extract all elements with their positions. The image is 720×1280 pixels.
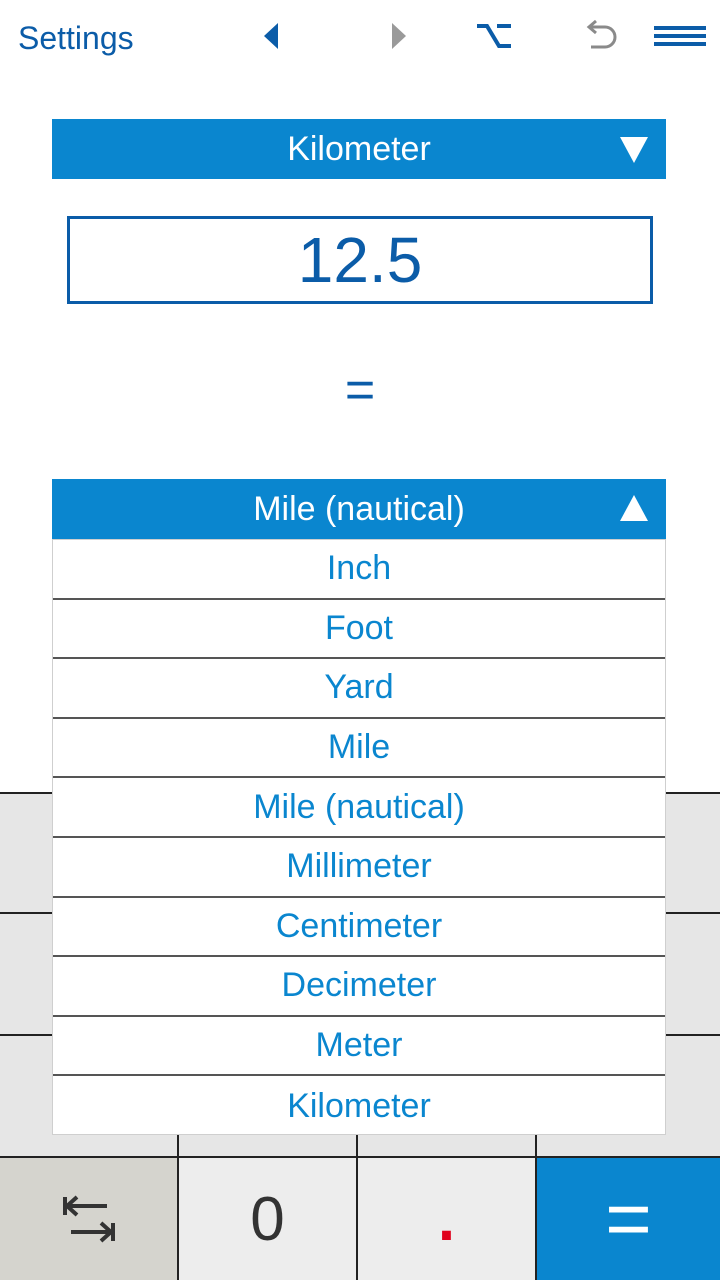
to-unit-label: Mile (nautical)	[253, 489, 465, 528]
unit-option-meter[interactable]: Meter	[53, 1017, 665, 1077]
from-unit-label: Kilometer	[287, 129, 431, 168]
option-key-icon[interactable]	[474, 16, 514, 56]
from-unit-select[interactable]: Kilometer	[52, 119, 666, 179]
back-arrow-icon[interactable]	[252, 16, 292, 56]
unit-option-millimeter[interactable]: Millimeter	[53, 838, 665, 898]
toolbar: Settings	[0, 0, 720, 80]
menu-icon[interactable]	[654, 16, 706, 56]
unit-option-mile[interactable]: Mile	[53, 719, 665, 779]
unit-option-decimeter[interactable]: Decimeter	[53, 957, 665, 1017]
unit-option-mile-nautical[interactable]: Mile (nautical)	[53, 778, 665, 838]
unit-option-inch[interactable]: Inch	[53, 540, 665, 600]
value-input-text: 12.5	[297, 224, 423, 296]
unit-option-yard[interactable]: Yard	[53, 659, 665, 719]
unit-option-kilometer[interactable]: Kilometer	[53, 1076, 665, 1136]
swap-units-button[interactable]	[0, 1158, 177, 1280]
decimal-button[interactable]: .	[358, 1158, 535, 1280]
digit-0-button[interactable]: 0	[179, 1158, 356, 1280]
swap-icon	[62, 1195, 115, 1243]
dropdown-down-icon	[620, 137, 648, 163]
dropdown-up-icon	[620, 495, 648, 521]
equals-label: =	[344, 361, 376, 419]
value-input[interactable]: 12.5	[67, 216, 653, 304]
equals-button[interactable]: =	[537, 1158, 720, 1280]
settings-button[interactable]: Settings	[18, 20, 134, 57]
unit-option-centimeter[interactable]: Centimeter	[53, 898, 665, 958]
unit-option-foot[interactable]: Foot	[53, 600, 665, 660]
undo-icon[interactable]	[580, 16, 620, 56]
to-unit-select[interactable]: Mile (nautical)	[52, 479, 666, 539]
forward-arrow-icon[interactable]	[378, 16, 418, 56]
unit-dropdown-list: Inch Foot Yard Mile Mile (nautical) Mill…	[52, 539, 666, 1135]
